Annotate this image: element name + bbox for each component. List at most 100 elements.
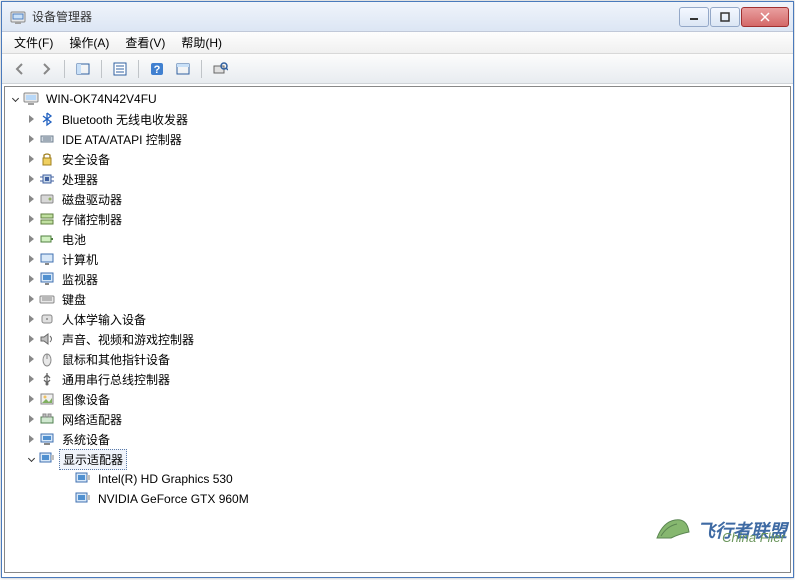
tree-category-node[interactable]: 安全设备 bbox=[5, 149, 790, 169]
toolbar-separator bbox=[64, 60, 65, 78]
display-adapters-label: 显示适配器 bbox=[59, 449, 127, 470]
expander-closed-icon[interactable] bbox=[25, 113, 37, 125]
adapter-label: Intel(R) HD Graphics 530 bbox=[95, 471, 236, 487]
menu-view[interactable]: 查看(V) bbox=[117, 32, 173, 53]
mouse-icon bbox=[39, 351, 55, 367]
expander-closed-icon[interactable] bbox=[25, 213, 37, 225]
category-label: Bluetooth 无线电收发器 bbox=[59, 110, 191, 129]
titlebar[interactable]: 设备管理器 bbox=[2, 2, 793, 32]
expander-closed-icon[interactable] bbox=[25, 153, 37, 165]
toolbar-separator bbox=[138, 60, 139, 78]
tree-category-node[interactable]: 处理器 bbox=[5, 169, 790, 189]
expander-closed-icon[interactable] bbox=[25, 173, 37, 185]
expander-closed-icon[interactable] bbox=[25, 233, 37, 245]
tree-category-node[interactable]: 系统设备 bbox=[5, 429, 790, 449]
disk-icon bbox=[39, 191, 55, 207]
tree-category-node[interactable]: 磁盘驱动器 bbox=[5, 189, 790, 209]
display-adapter-icon bbox=[75, 491, 91, 507]
menu-help[interactable]: 帮助(H) bbox=[173, 32, 230, 53]
hid-icon bbox=[39, 311, 55, 327]
expander-closed-icon[interactable] bbox=[25, 313, 37, 325]
menu-file[interactable]: 文件(F) bbox=[6, 32, 61, 53]
window-title: 设备管理器 bbox=[32, 8, 679, 25]
category-label: 鼠标和其他指针设备 bbox=[59, 350, 173, 369]
category-label: 人体学输入设备 bbox=[59, 310, 149, 329]
expander-closed-icon[interactable] bbox=[25, 353, 37, 365]
minimize-button[interactable] bbox=[679, 7, 709, 27]
security-icon bbox=[39, 151, 55, 167]
expander-closed-icon[interactable] bbox=[25, 433, 37, 445]
display-adapter-item[interactable]: NVIDIA GeForce GTX 960M bbox=[5, 489, 790, 509]
action-button[interactable] bbox=[171, 57, 195, 81]
category-label: 存储控制器 bbox=[59, 210, 125, 229]
watermark: 飞行者联盟 China Flier bbox=[653, 510, 787, 550]
show-hide-console-tree-button[interactable] bbox=[71, 57, 95, 81]
device-manager-window: 设备管理器 文件(F) 操作(A) 查看(V) 帮助(H) ? WIN-OK7 bbox=[1, 1, 794, 578]
system-icon bbox=[39, 431, 55, 447]
image-icon bbox=[39, 391, 55, 407]
expander-closed-icon[interactable] bbox=[25, 273, 37, 285]
tree-category-node[interactable]: Bluetooth 无线电收发器 bbox=[5, 109, 790, 129]
expander-closed-icon[interactable] bbox=[25, 333, 37, 345]
content-area: WIN-OK74N42V4FU Bluetooth 无线电收发器IDE ATA/… bbox=[2, 84, 793, 575]
category-label: 图像设备 bbox=[59, 390, 113, 409]
tree-category-node[interactable]: 图像设备 bbox=[5, 389, 790, 409]
watermark-line2: China Flier bbox=[722, 530, 785, 545]
display-adapters-node[interactable]: 显示适配器 bbox=[5, 449, 790, 469]
usb-icon bbox=[39, 371, 55, 387]
expander-closed-icon[interactable] bbox=[25, 133, 37, 145]
computer-icon bbox=[23, 91, 39, 107]
category-label: 电池 bbox=[59, 230, 89, 249]
help-button[interactable]: ? bbox=[145, 57, 169, 81]
properties-button[interactable] bbox=[108, 57, 132, 81]
toolbar: ? bbox=[2, 54, 793, 84]
menubar: 文件(F) 操作(A) 查看(V) 帮助(H) bbox=[2, 32, 793, 54]
expander-closed-icon[interactable] bbox=[25, 393, 37, 405]
tree-category-node[interactable]: 计算机 bbox=[5, 249, 790, 269]
tree-category-node[interactable]: 通用串行总线控制器 bbox=[5, 369, 790, 389]
scan-hardware-button[interactable] bbox=[208, 57, 232, 81]
tree-category-node[interactable]: 键盘 bbox=[5, 289, 790, 309]
toolbar-separator bbox=[201, 60, 202, 78]
expander-closed-icon[interactable] bbox=[25, 253, 37, 265]
window-controls bbox=[679, 7, 789, 27]
expander-closed-icon[interactable] bbox=[25, 413, 37, 425]
tree-category-node[interactable]: 电池 bbox=[5, 229, 790, 249]
network-icon bbox=[39, 411, 55, 427]
storage-icon bbox=[39, 211, 55, 227]
sound-icon bbox=[39, 331, 55, 347]
tree-category-node[interactable]: 鼠标和其他指针设备 bbox=[5, 349, 790, 369]
category-label: 声音、视频和游戏控制器 bbox=[59, 330, 197, 349]
tree-root-node[interactable]: WIN-OK74N42V4FU bbox=[5, 89, 790, 109]
category-label: 计算机 bbox=[59, 250, 101, 269]
expander-open-icon[interactable] bbox=[9, 93, 21, 105]
category-label: 通用串行总线控制器 bbox=[59, 370, 173, 389]
close-button[interactable] bbox=[741, 7, 789, 27]
tree-category-node[interactable]: 监视器 bbox=[5, 269, 790, 289]
bluetooth-icon bbox=[39, 111, 55, 127]
battery-icon bbox=[39, 231, 55, 247]
tree-category-node[interactable]: 人体学输入设备 bbox=[5, 309, 790, 329]
device-tree[interactable]: WIN-OK74N42V4FU Bluetooth 无线电收发器IDE ATA/… bbox=[4, 86, 791, 573]
category-label: 系统设备 bbox=[59, 430, 113, 449]
expander-closed-icon[interactable] bbox=[25, 193, 37, 205]
expander-closed-icon[interactable] bbox=[25, 373, 37, 385]
root-label: WIN-OK74N42V4FU bbox=[43, 91, 160, 107]
ide-icon bbox=[39, 131, 55, 147]
tree-category-node[interactable]: 网络适配器 bbox=[5, 409, 790, 429]
category-label: 监视器 bbox=[59, 270, 101, 289]
tree-category-node[interactable]: IDE ATA/ATAPI 控制器 bbox=[5, 129, 790, 149]
category-label: 安全设备 bbox=[59, 150, 113, 169]
display-adapter-item[interactable]: Intel(R) HD Graphics 530 bbox=[5, 469, 790, 489]
tree-category-node[interactable]: 存储控制器 bbox=[5, 209, 790, 229]
expander-open-icon[interactable] bbox=[25, 453, 37, 465]
back-button[interactable] bbox=[8, 57, 32, 81]
logo-icon bbox=[653, 510, 693, 550]
svg-text:?: ? bbox=[154, 64, 161, 76]
tree-category-node[interactable]: 声音、视频和游戏控制器 bbox=[5, 329, 790, 349]
maximize-button[interactable] bbox=[710, 7, 740, 27]
computer-icon bbox=[39, 251, 55, 267]
forward-button[interactable] bbox=[34, 57, 58, 81]
menu-action[interactable]: 操作(A) bbox=[61, 32, 117, 53]
expander-closed-icon[interactable] bbox=[25, 293, 37, 305]
